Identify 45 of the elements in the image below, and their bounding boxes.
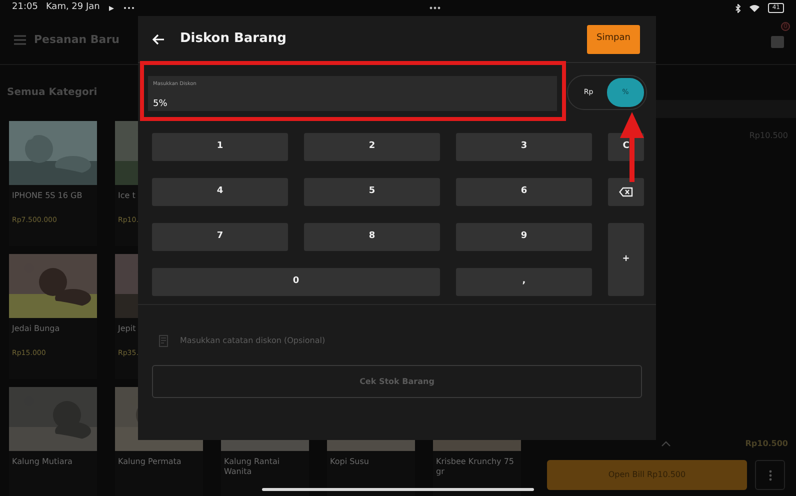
field-value: 5%	[153, 98, 168, 110]
keypad-key[interactable]: 3	[456, 133, 592, 161]
more-button[interactable]	[755, 460, 785, 490]
annotation-arrow	[620, 112, 644, 182]
note-field[interactable]: Masukkan catatan diskon (Opsional)	[178, 334, 478, 348]
keypad-key[interactable]: +	[608, 223, 644, 296]
total-amount: Rp10.500	[745, 438, 788, 450]
keypad-key[interactable]: 2	[304, 133, 440, 161]
bag-icon[interactable]	[771, 33, 784, 48]
product-name: Jedai Bunga	[12, 324, 60, 334]
keypad-key[interactable]: 4	[152, 178, 288, 206]
product-name: Ice t	[118, 191, 136, 202]
keypad-key[interactable]: 5	[304, 178, 440, 206]
backspace-icon	[619, 187, 633, 197]
keypad-key[interactable]: 7	[152, 223, 288, 251]
play-icon	[108, 4, 115, 12]
keypad-key[interactable]: 0	[152, 268, 440, 296]
status-date: Kam, 29 Jan	[46, 1, 100, 14]
caret-up-icon[interactable]	[661, 441, 671, 447]
product-name: Krisbee Krunchy 75 gr	[436, 457, 515, 478]
backspace-key[interactable]	[608, 178, 644, 206]
page-title: Pesanan Baru	[34, 32, 120, 48]
keypad-key[interactable]: 1	[152, 133, 288, 161]
wifi-icon	[749, 4, 760, 12]
keypad-key[interactable]: ,	[456, 268, 592, 296]
handle-icon	[429, 6, 442, 10]
product-name: IPHONE 5S 16 GB	[12, 191, 82, 202]
product-name: Kalung Permata	[118, 457, 182, 468]
menu-icon[interactable]	[14, 35, 26, 45]
status-time: 21:05	[12, 1, 38, 14]
product-name: Kalung Mutiara	[12, 457, 72, 468]
keypad-key[interactable]: 6	[456, 178, 592, 206]
dialog-title: Diskon Barang	[180, 30, 288, 48]
save-button[interactable]: Simpan	[587, 24, 640, 54]
more-icon	[122, 6, 135, 10]
product-name: Kopi Susu	[330, 457, 369, 468]
keypad-key[interactable]: 9	[456, 223, 592, 251]
back-icon[interactable]	[152, 34, 164, 44]
more-icon	[768, 470, 772, 480]
category-title: Semua Kategori	[7, 87, 98, 98]
keypad-key[interactable]: 8	[304, 223, 440, 251]
product-name: Jepit	[118, 324, 136, 334]
bluetooth-icon	[735, 4, 742, 12]
product-name: Kalung Rantai Wanita	[224, 457, 281, 478]
note-icon	[159, 335, 170, 347]
